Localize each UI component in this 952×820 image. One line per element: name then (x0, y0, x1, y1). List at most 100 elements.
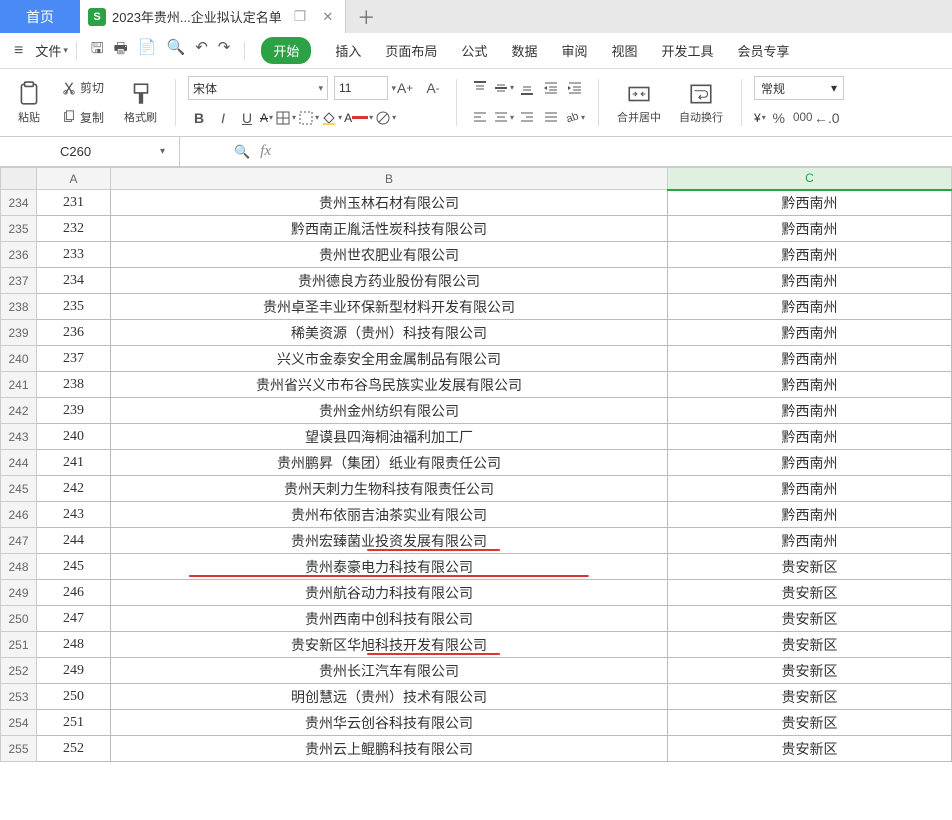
row-header[interactable]: 250 (1, 606, 37, 632)
cell[interactable]: 231 (37, 190, 111, 216)
print-icon[interactable]: 🖶 (114, 38, 128, 63)
cell[interactable]: 黔西南州 (668, 398, 952, 424)
cell[interactable]: 贵安新区 (668, 580, 952, 606)
cell[interactable]: 251 (37, 710, 111, 736)
cell[interactable]: 贵州西南中创科技有限公司 (111, 606, 668, 632)
cell[interactable]: 望谟县四海桐油福利加工厂 (111, 424, 668, 450)
tab-document[interactable]: S 2023年贵州...企业拟认定名单 ❐ ✕ (80, 0, 346, 33)
underline-icon[interactable]: U (236, 107, 258, 129)
cell[interactable]: 250 (37, 684, 111, 710)
cell[interactable]: 贵州金州纺织有限公司 (111, 398, 668, 424)
align-right-icon[interactable] (516, 106, 538, 128)
column-header-c[interactable]: C (668, 168, 952, 190)
italic-icon[interactable]: I (212, 107, 234, 129)
cancel-edit-icon[interactable]: 🔍 (234, 144, 250, 160)
row-header[interactable]: 247 (1, 528, 37, 554)
cell[interactable]: 248 (37, 632, 111, 658)
cell[interactable]: 黔西南正胤活性炭科技有限公司 (111, 216, 668, 242)
cell[interactable]: 黔西南州 (668, 320, 952, 346)
row-header[interactable]: 235 (1, 216, 37, 242)
cell[interactable]: 黔西南州 (668, 476, 952, 502)
align-left-icon[interactable] (469, 106, 491, 128)
ribbon-tab-view[interactable]: 视图 (611, 37, 637, 64)
cell[interactable]: 黔西南州 (668, 216, 952, 242)
cell[interactable]: 235 (37, 294, 111, 320)
cell[interactable]: 贵安新区 (668, 606, 952, 632)
cell[interactable]: 黔西南州 (668, 190, 952, 216)
cell[interactable]: 247 (37, 606, 111, 632)
format-painter-button[interactable]: 格式刷 (118, 73, 163, 132)
cell[interactable]: 贵州长江汽车有限公司 (111, 658, 668, 684)
cell[interactable]: 贵安新区 (668, 710, 952, 736)
cell[interactable]: 黔西南州 (668, 502, 952, 528)
align-top-icon[interactable] (469, 77, 491, 99)
cell[interactable]: 贵州玉林石材有限公司 (111, 190, 668, 216)
increase-decimal-icon[interactable]: ←.0 (816, 107, 838, 129)
cell[interactable]: 黔西南州 (668, 424, 952, 450)
cell[interactable]: 贵州华云创谷科技有限公司 (111, 710, 668, 736)
ribbon-tab-member[interactable]: 会员专享 (738, 37, 790, 64)
name-box-dropdown-icon[interactable]: ▾ (156, 146, 169, 157)
cell[interactable]: 240 (37, 424, 111, 450)
ribbon-tab-pagelayout[interactable]: 页面布局 (385, 37, 437, 64)
row-header[interactable]: 234 (1, 190, 37, 216)
row-header[interactable]: 239 (1, 320, 37, 346)
cell[interactable]: 贵州世农肥业有限公司 (111, 242, 668, 268)
row-header[interactable]: 237 (1, 268, 37, 294)
ribbon-tab-formulas[interactable]: 公式 (461, 37, 487, 64)
row-header[interactable]: 241 (1, 372, 37, 398)
cell[interactable]: 246 (37, 580, 111, 606)
ribbon-tab-devtools[interactable]: 开发工具 (661, 37, 713, 64)
cell[interactable]: 贵州航谷动力科技有限公司 (111, 580, 668, 606)
row-header[interactable]: 238 (1, 294, 37, 320)
hamburger-icon[interactable]: ≡ (10, 42, 27, 60)
tab-add-button[interactable]: ＋ (346, 0, 386, 33)
column-header-a[interactable]: A (37, 168, 111, 190)
cell[interactable]: 241 (37, 450, 111, 476)
paste-button[interactable]: 粘贴 (10, 73, 48, 132)
wrap-text-button[interactable]: 自动换行 (673, 81, 729, 125)
font-name-select[interactable]: 宋体 ▾ (188, 76, 328, 100)
cell[interactable]: 黔西南州 (668, 242, 952, 268)
cut-button[interactable]: 剪切 (58, 77, 108, 98)
cell[interactable]: 黔西南州 (668, 450, 952, 476)
cell[interactable]: 稀美资源（贵州）科技有限公司 (111, 320, 668, 346)
select-all-corner[interactable] (1, 168, 37, 190)
cell[interactable]: 232 (37, 216, 111, 242)
fill-color-icon[interactable]: ▾ (321, 110, 342, 126)
cell[interactable]: 252 (37, 736, 111, 762)
cell[interactable]: 236 (37, 320, 111, 346)
row-header[interactable]: 240 (1, 346, 37, 372)
row-header[interactable]: 249 (1, 580, 37, 606)
cell[interactable]: 贵安新区 (668, 736, 952, 762)
cell[interactable]: 黔西南州 (668, 346, 952, 372)
tab-home[interactable]: 首页 (0, 0, 80, 33)
comma-icon[interactable]: 000 (792, 107, 814, 129)
merge-center-button[interactable]: 合并居中 (611, 81, 667, 125)
cell[interactable]: 明创慧远（贵州）技术有限公司 (111, 684, 668, 710)
row-header[interactable]: 242 (1, 398, 37, 424)
cell[interactable]: 贵州德良方药业股份有限公司 (111, 268, 668, 294)
justify-icon[interactable] (540, 106, 562, 128)
strikethrough-icon[interactable]: A▾ (260, 111, 273, 125)
cell[interactable]: 黔西南州 (668, 528, 952, 554)
row-header[interactable]: 253 (1, 684, 37, 710)
cell[interactable]: 243 (37, 502, 111, 528)
cell[interactable]: 贵州鹏昇（集团）纸业有限责任公司 (111, 450, 668, 476)
cell[interactable]: 兴义市金泰安全用金属制品有限公司 (111, 346, 668, 372)
cell[interactable]: 贵安新区 (668, 632, 952, 658)
bold-icon[interactable]: B (188, 107, 210, 129)
cell[interactable]: 234 (37, 268, 111, 294)
cell[interactable]: 黔西南州 (668, 294, 952, 320)
row-header[interactable]: 252 (1, 658, 37, 684)
ribbon-tab-review[interactable]: 审阅 (561, 37, 587, 64)
cell[interactable]: 贵州布依丽吉油茶实业有限公司 (111, 502, 668, 528)
cell-style-icon[interactable]: ▾ (298, 110, 319, 126)
find-icon[interactable]: 🔍 (167, 38, 186, 63)
cell[interactable]: 233 (37, 242, 111, 268)
cell[interactable]: 249 (37, 658, 111, 684)
percent-icon[interactable]: % (768, 107, 790, 129)
cell[interactable]: 黔西南州 (668, 372, 952, 398)
redo-icon[interactable]: ↷ (218, 38, 231, 63)
cell[interactable]: 贵安新区 (668, 554, 952, 580)
